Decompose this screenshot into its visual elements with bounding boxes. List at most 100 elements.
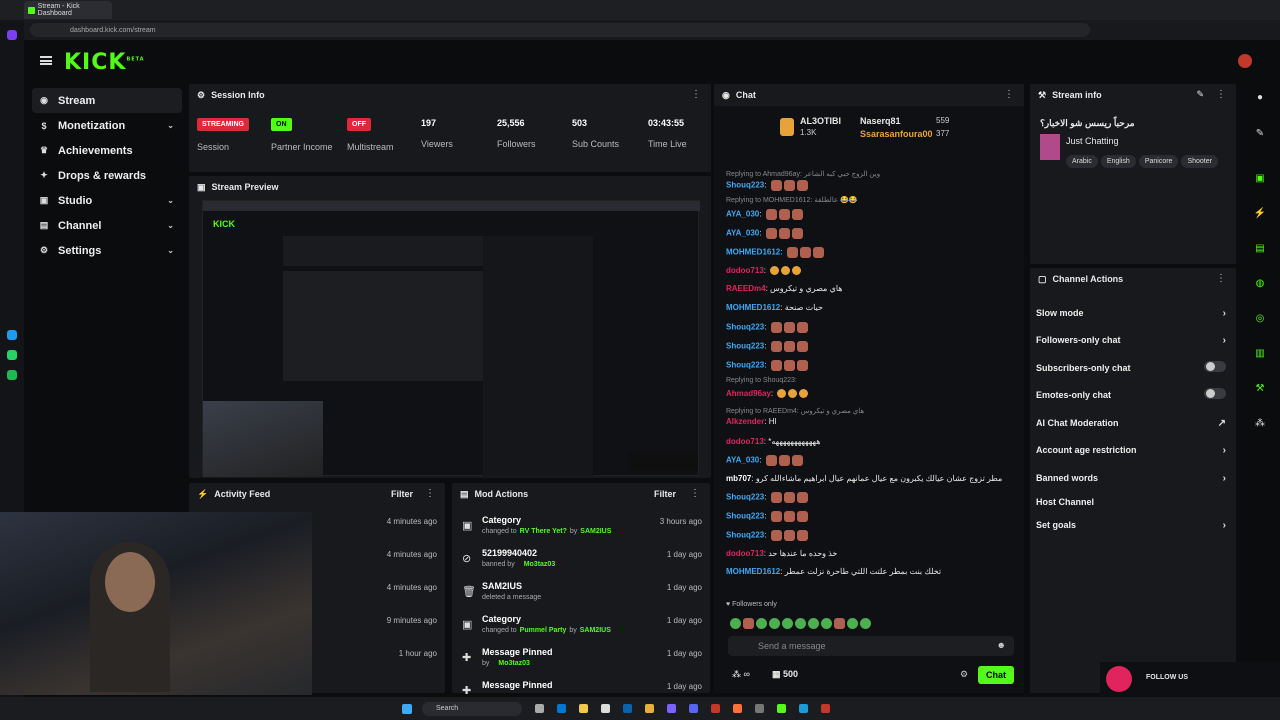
- mod-target[interactable]: Pummel Party: [520, 627, 567, 634]
- emote-bar[interactable]: [728, 615, 1018, 630]
- info-icon[interactable]: ●: [1250, 88, 1270, 108]
- nav-item-settings[interactable]: ⚙ Settings ⌄: [32, 238, 182, 263]
- chat-message[interactable]: dodoo713:: [726, 266, 802, 276]
- chat-message[interactable]: Shouq223:: [726, 322, 808, 333]
- action-ai-chat-moderation[interactable]: AI Chat Moderation ↗: [1036, 418, 1226, 429]
- note-icon[interactable]: ▤: [1250, 239, 1270, 259]
- wrench-icon[interactable]: ⚒: [1250, 379, 1270, 399]
- url-field[interactable]: dashboard.kick.com/stream: [30, 23, 1090, 37]
- action-set-goals[interactable]: Set goals ›: [1036, 520, 1226, 531]
- mod-action-item[interactable]: ✚ Message Pinned by Mo3taz03 1 day ago: [462, 647, 702, 677]
- mod-action-item[interactable]: ▣ Category changed to Pummel Party by SAM2IUS…: [462, 614, 702, 644]
- action-account-age-restriction[interactable]: Account age restriction ›: [1036, 445, 1226, 456]
- category-name[interactable]: Just Chatting: [1066, 136, 1119, 146]
- chat-message[interactable]: Ahmad96ay:: [726, 389, 809, 399]
- chat-username[interactable]: Shouq223: [726, 361, 764, 370]
- pencil-icon[interactable]: ✎: [1250, 124, 1270, 144]
- top-gifter-2[interactable]: Naserq81: [860, 116, 901, 126]
- stream-tag[interactable]: Arabic: [1066, 155, 1098, 168]
- chat-username[interactable]: Alkzender: [726, 417, 764, 426]
- windows-start-icon[interactable]: [402, 703, 412, 714]
- steam-icon[interactable]: [799, 704, 808, 713]
- twitch-icon[interactable]: [7, 30, 17, 40]
- chat-message[interactable]: Shouq223:: [726, 180, 808, 191]
- chevron-down-icon[interactable]: ⌄: [167, 221, 174, 230]
- chat-username[interactable]: dodoo713: [726, 549, 764, 558]
- explorer-icon[interactable]: [579, 704, 588, 713]
- chat-message[interactable]: dodoo713: *ههههههههههههه: [726, 437, 820, 446]
- broadcast-icon[interactable]: ◎: [1250, 309, 1270, 329]
- mod-action-item[interactable]: ⊘ 52199940402 banned by Mo3taz03 1 day ago: [462, 548, 702, 578]
- chat-message[interactable]: AYA_030:: [726, 455, 803, 466]
- points-icon[interactable]: ⁂ ∞: [732, 669, 750, 680]
- taskbar-search[interactable]: Search: [422, 701, 522, 716]
- teams-icon[interactable]: [667, 704, 676, 713]
- toggle-switch[interactable]: [1204, 361, 1226, 372]
- edit-icon[interactable]: ✎: [1196, 89, 1204, 100]
- chat-username[interactable]: MOHMED1612: [726, 303, 780, 312]
- more-icon[interactable]: ⋮: [1216, 89, 1226, 100]
- chat-message[interactable]: MOHMED1612: تخلك بنت بمطر علتت اللتي طاح…: [726, 567, 941, 576]
- edge-icon[interactable]: [557, 704, 566, 713]
- obs-icon[interactable]: [821, 704, 830, 713]
- chat-username[interactable]: Shouq223: [726, 512, 764, 521]
- chat-username[interactable]: AYA_030: [726, 229, 759, 238]
- chat-message[interactable]: Shouq223:: [726, 530, 808, 541]
- action-followers-only-chat[interactable]: Followers-only chat ›: [1036, 335, 1226, 346]
- spotify-icon[interactable]: [7, 370, 17, 380]
- chat-username[interactable]: dodoo713: [726, 266, 764, 275]
- chat-message[interactable]: MOHMED1612:: [726, 247, 824, 258]
- top-gifter-3[interactable]: Ssarasanfoura00: [860, 129, 933, 139]
- chat-username[interactable]: Shouq223: [726, 493, 764, 502]
- nav-item-channel[interactable]: ▤ Channel ⌄: [32, 213, 182, 238]
- discord-icon[interactable]: [689, 704, 698, 713]
- chat-username[interactable]: Shouq223: [726, 181, 764, 190]
- stream-tag[interactable]: Shooter: [1181, 155, 1218, 168]
- chat-message[interactable]: AYA_030:: [726, 228, 803, 239]
- send-chat-button[interactable]: Chat: [978, 666, 1014, 684]
- chat-message[interactable]: RAEEDm4: هاي مصري و تيكروس: [726, 284, 842, 293]
- filter-button[interactable]: Filter: [654, 489, 676, 499]
- mod-target[interactable]: RV There Yet?: [520, 528, 567, 535]
- emoji-icon[interactable]: ☻: [997, 640, 1006, 650]
- kick-app-icon[interactable]: [777, 704, 786, 713]
- more-icon[interactable]: ⋮: [425, 488, 435, 499]
- chrome-icon[interactable]: [645, 704, 654, 713]
- mod-action-item[interactable]: ▣ Category changed to RV There Yet? by SAM2IU…: [462, 515, 702, 545]
- layout-icon[interactable]: ▥: [1250, 344, 1270, 364]
- action-slow-mode[interactable]: Slow mode ›: [1036, 308, 1226, 319]
- nav-item-stream[interactable]: ◉ Stream: [32, 88, 182, 113]
- browser-tab[interactable]: Stream - Kick Dashboard: [24, 1, 112, 19]
- chat-message[interactable]: Shouq223:: [726, 360, 808, 371]
- chat-message[interactable]: Shouq223:: [726, 511, 808, 522]
- chat-message[interactable]: mb707: مطر تزوج عشان عيالك يكبرون مع عيا…: [726, 474, 1002, 483]
- chat-username[interactable]: RAEEDm4: [726, 284, 766, 293]
- menu-icon[interactable]: [40, 56, 52, 65]
- chat-username[interactable]: Shouq223: [726, 342, 764, 351]
- chat-username[interactable]: Shouq223: [726, 531, 764, 540]
- chat-username[interactable]: Shouq223: [726, 323, 764, 332]
- settings-icon[interactable]: ⚙: [960, 669, 968, 680]
- chat-message[interactable]: Shouq223:: [726, 341, 808, 352]
- stream-tag[interactable]: Panicore: [1138, 155, 1179, 168]
- mod-who[interactable]: SAM2IUS: [580, 528, 611, 535]
- clip-icon[interactable]: ▣: [1250, 169, 1270, 189]
- filter-button[interactable]: Filter: [391, 489, 413, 499]
- chat-username[interactable]: Ahmad96ay: [726, 389, 771, 398]
- mod-who[interactable]: SAM2IUS: [580, 627, 611, 634]
- action-banned-words[interactable]: Banned words ›: [1036, 473, 1226, 484]
- whatsapp-icon[interactable]: [7, 350, 17, 360]
- mod-action-item[interactable]: 🗑 SAM2IUS deleted a message 1 day ago: [462, 581, 702, 611]
- mod-who[interactable]: Mo3taz03: [524, 561, 556, 568]
- nav-item-monetization[interactable]: $ Monetization ⌄: [32, 113, 182, 138]
- chat-username[interactable]: MOHMED1612: [726, 248, 780, 257]
- stream-tag[interactable]: English: [1100, 155, 1136, 168]
- chevron-down-icon[interactable]: ⌄: [167, 196, 174, 205]
- nav-item-drops-rewards[interactable]: ✦ Drops & rewards: [32, 163, 182, 188]
- chat-input[interactable]: Send a message ☻: [728, 636, 1014, 656]
- chat-message[interactable]: Shouq223:: [726, 492, 808, 503]
- app-icon[interactable]: [755, 704, 764, 713]
- chevron-down-icon[interactable]: ⌄: [167, 246, 174, 255]
- action-subscribers-only-chat[interactable]: Subscribers-only chat: [1036, 361, 1226, 373]
- toggle-switch[interactable]: [1204, 388, 1226, 399]
